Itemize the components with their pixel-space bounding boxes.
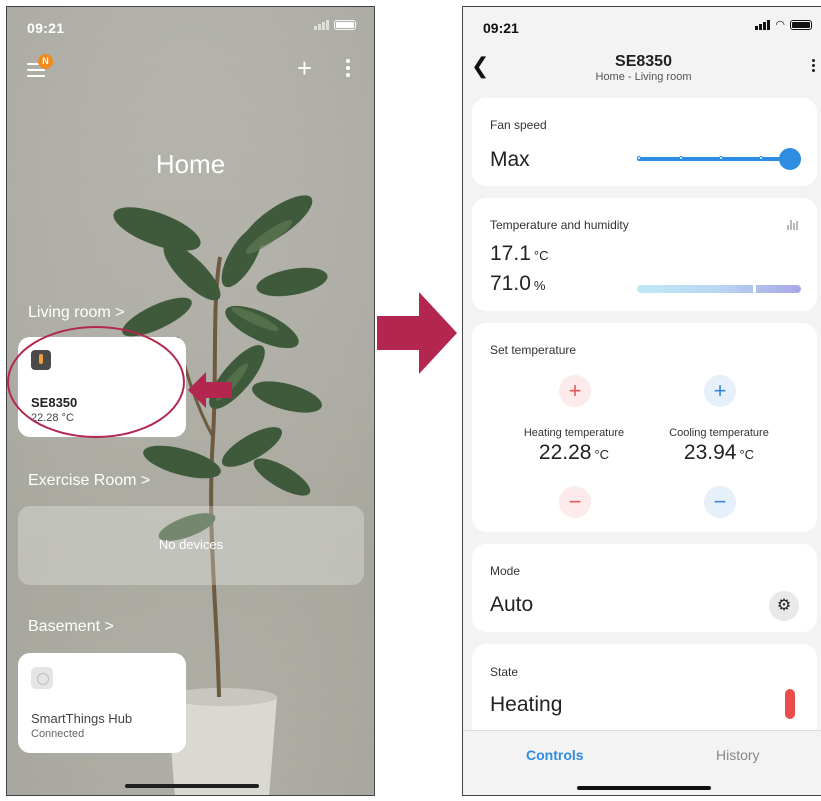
cooling-temperature-label: Cooling temperature (669, 427, 769, 439)
room-basement-link[interactable]: Basement > (28, 618, 114, 636)
signal-icon (755, 20, 771, 30)
no-devices-text: No devices (158, 537, 224, 552)
small-pointer-arrow-icon (188, 372, 232, 408)
mode-label: Mode (490, 564, 521, 578)
status-icons: ◠ (755, 19, 812, 31)
more-options-icon[interactable] (812, 59, 815, 74)
tab-controls[interactable]: Controls (526, 747, 584, 763)
empty-room-card: No devices (18, 506, 364, 585)
battery-icon (334, 20, 356, 30)
fan-speed-label: Fan speed (490, 118, 547, 132)
hub-status: Connected (31, 728, 85, 740)
fan-speed-card: Fan speed Max (472, 98, 817, 186)
state-label: State (490, 665, 519, 679)
status-bar: 09:21 ◠ (463, 7, 821, 43)
chart-icon[interactable] (787, 220, 799, 230)
hub-name: SmartThings Hub (31, 711, 133, 726)
navigation-bar: ❮ SE8350 Home - Living room (463, 47, 821, 95)
device-detail-screen: 09:21 ◠ ❮ SE8350 Home - Living room Fan … (462, 6, 821, 796)
cooling-temperature-value: 23.94 °C (683, 441, 755, 464)
state-value: Heating (490, 693, 563, 716)
device-title: SE8350 (615, 53, 672, 70)
device-card-hub[interactable]: SmartThings Hub Connected (18, 653, 186, 753)
room-living-room-link[interactable]: Living room > (28, 304, 125, 322)
status-time: 09:21 (27, 20, 65, 36)
temperature-reading: 17.1 °C (490, 242, 549, 265)
tab-history[interactable]: History (716, 747, 760, 763)
set-temperature-card: Set temperature + + Heating temperature … (472, 323, 817, 532)
home-indicator (577, 786, 711, 790)
home-indicator (125, 784, 259, 788)
heating-increase-button[interactable]: + (559, 375, 591, 407)
signal-icon (314, 20, 329, 30)
temperature-humidity-card: Temperature and humidity 17.1 °C 71.0% (472, 198, 817, 311)
temp-humidity-label: Temperature and humidity (490, 218, 629, 232)
room-exercise-room-link[interactable]: Exercise Room > (28, 472, 150, 490)
bottom-tab-bar: Controls History (463, 730, 821, 795)
fan-speed-slider[interactable] (637, 156, 787, 161)
notification-badge: N (38, 54, 53, 69)
device-value: 22.28 °C (31, 412, 74, 424)
page-title: Home (155, 149, 226, 179)
heating-decrease-button[interactable]: − (559, 486, 591, 518)
device-name: SE8350 (31, 395, 78, 410)
fan-speed-knob[interactable] (779, 148, 801, 170)
status-time: 09:21 (483, 20, 519, 36)
thermostat-icon (31, 350, 51, 370)
add-icon[interactable]: + (297, 55, 312, 81)
battery-icon (790, 20, 812, 30)
state-card: State Heating (472, 644, 817, 744)
heating-temperature-label: Heating temperature (523, 427, 625, 439)
set-temperature-label: Set temperature (490, 343, 577, 357)
device-location: Home - Living room (595, 71, 692, 83)
device-card-se8350[interactable]: SE8350 22.28 °C (18, 337, 186, 437)
hub-icon (31, 667, 53, 689)
humidity-reading: 71.0% (490, 272, 546, 295)
wifi-icon: ◠ (775, 19, 785, 31)
status-icons (314, 20, 356, 30)
comparison-stage: 09:21 N + Home Living room > SE8350 22.2… (0, 0, 821, 801)
mode-card[interactable]: Mode Auto ⚙ (472, 544, 817, 632)
fan-speed-value: Max (490, 148, 530, 171)
gear-icon[interactable]: ⚙ (769, 591, 799, 621)
big-transition-arrow-icon (377, 292, 457, 374)
more-options-icon[interactable] (346, 59, 350, 80)
status-bar: 09:21 (7, 7, 374, 43)
heating-indicator (785, 689, 795, 719)
cooling-increase-button[interactable]: + (704, 375, 736, 407)
humidity-gauge (637, 284, 801, 293)
mode-value: Auto (490, 593, 534, 616)
cooling-decrease-button[interactable]: − (704, 486, 736, 518)
heating-temperature-value: 22.28 °C (538, 441, 610, 464)
